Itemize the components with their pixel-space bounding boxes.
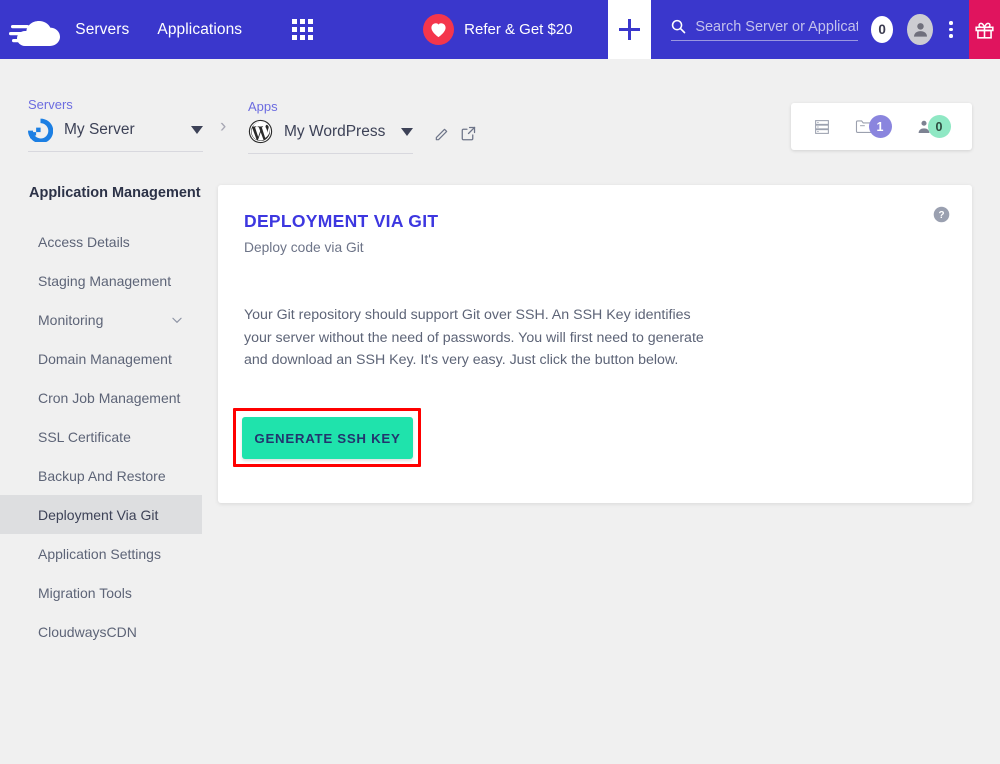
breadcrumb-separator-icon: ›: [220, 116, 227, 137]
cloudways-logo-icon: [8, 20, 60, 46]
sidebar-item-label: Staging Management: [38, 272, 172, 289]
more-options-icon[interactable]: [947, 19, 955, 40]
sidebar-item-label: Application Settings: [38, 545, 161, 562]
sidebar-item-label: Deployment Via Git: [38, 506, 159, 523]
svg-text:?: ?: [938, 210, 944, 221]
wordpress-icon: [248, 119, 273, 144]
sidebar-item-label: Cron Job Management: [38, 389, 181, 406]
server-dropdown-caret-icon[interactable]: [191, 125, 203, 134]
search-bar[interactable]: [671, 18, 858, 41]
user-icon: [913, 23, 927, 37]
external-link-icon[interactable]: [460, 125, 477, 142]
gift-icon[interactable]: [968, 0, 1000, 59]
page-subtitle: Deploy code via Git: [244, 240, 364, 255]
breadcrumb-server-name: My Server: [64, 120, 135, 138]
sidebar-item-label: Domain Management: [38, 350, 172, 367]
app-dropdown-caret-icon[interactable]: [401, 127, 413, 136]
help-question-icon[interactable]: ?: [933, 206, 950, 223]
digitalocean-icon: [28, 118, 53, 142]
sidebar-item-cron-job-management[interactable]: Cron Job Management: [0, 378, 202, 417]
breadcrumb-server-label: Servers: [28, 97, 73, 112]
add-new-button[interactable]: [607, 0, 652, 59]
sidebar-item-domain-management[interactable]: Domain Management: [0, 339, 202, 378]
apps-count-badge: 1: [868, 115, 892, 138]
search-icon: [672, 19, 686, 34]
refer-label: Refer & Get $20: [464, 21, 573, 38]
application-management-sidebar: Application Management Access Details St…: [0, 185, 202, 651]
sidebar-item-access-details[interactable]: Access Details: [0, 222, 202, 261]
breadcrumb-app: Apps My WordPress: [248, 99, 413, 154]
nav-link-applications[interactable]: Applications: [157, 21, 242, 39]
sidebar-item-application-settings[interactable]: Application Settings: [0, 534, 202, 573]
users-count-badge: 0: [927, 115, 951, 138]
sidebar-item-label: Backup And Restore: [38, 467, 166, 484]
search-input[interactable]: [695, 18, 858, 35]
sidebar-title: Application Management: [29, 185, 201, 201]
sidebar-item-label: SSL Certificate: [38, 428, 131, 445]
plus-icon: [619, 19, 641, 40]
breadcrumb-app-label: Apps: [248, 99, 278, 114]
stat-item-server[interactable]: [813, 118, 831, 136]
refer-and-get-button[interactable]: Refer & Get $20: [423, 14, 573, 45]
sidebar-item-staging-management[interactable]: Staging Management: [0, 261, 202, 300]
stat-item-users[interactable]: 0: [915, 115, 951, 138]
chevron-down-icon[interactable]: [170, 313, 184, 327]
stat-item-apps[interactable]: 1: [854, 115, 892, 138]
breadcrumb-app-name: My WordPress: [284, 122, 386, 140]
sidebar-item-deployment-via-git[interactable]: Deployment Via Git: [0, 495, 202, 534]
sidebar-item-cloudwayscdn[interactable]: CloudwaysCDN: [0, 612, 202, 651]
sidebar-item-migration-tools[interactable]: Migration Tools: [0, 573, 202, 612]
pencil-icon[interactable]: [434, 126, 450, 142]
top-navbar: Servers Applications Refer & Get $20 0: [0, 0, 1000, 59]
sidebar-item-ssl-certificate[interactable]: SSL Certificate: [0, 417, 202, 456]
nav-link-servers[interactable]: Servers: [75, 21, 129, 39]
user-avatar[interactable]: [907, 14, 933, 45]
generate-ssh-key-button[interactable]: GENERATE SSH KEY: [242, 417, 413, 459]
card-description: Your Git repository should support Git o…: [244, 307, 704, 368]
server-stats-card: 1 0: [791, 103, 972, 150]
sidebar-item-label: Access Details: [38, 233, 130, 250]
sidebar-item-label: Migration Tools: [38, 584, 132, 601]
heart-icon: [423, 14, 455, 45]
sidebar-item-label: CloudwaysCDN: [38, 623, 137, 640]
app-grid-icon[interactable]: [292, 19, 314, 40]
server-stack-icon: [814, 119, 829, 134]
sidebar-item-backup-and-restore[interactable]: Backup And Restore: [0, 456, 202, 495]
cloudways-logo[interactable]: [0, 0, 75, 59]
page-title: DEPLOYMENT VIA GIT: [244, 211, 439, 231]
notification-count-badge[interactable]: 0: [870, 16, 894, 43]
sidebar-item-label: Monitoring: [38, 311, 104, 328]
breadcrumb-server: Servers My Server: [28, 97, 203, 152]
breadcrumb-app-selector[interactable]: My WordPress: [248, 119, 413, 154]
breadcrumb-server-selector[interactable]: My Server: [28, 117, 203, 152]
sidebar-item-monitoring[interactable]: Monitoring: [0, 300, 202, 339]
